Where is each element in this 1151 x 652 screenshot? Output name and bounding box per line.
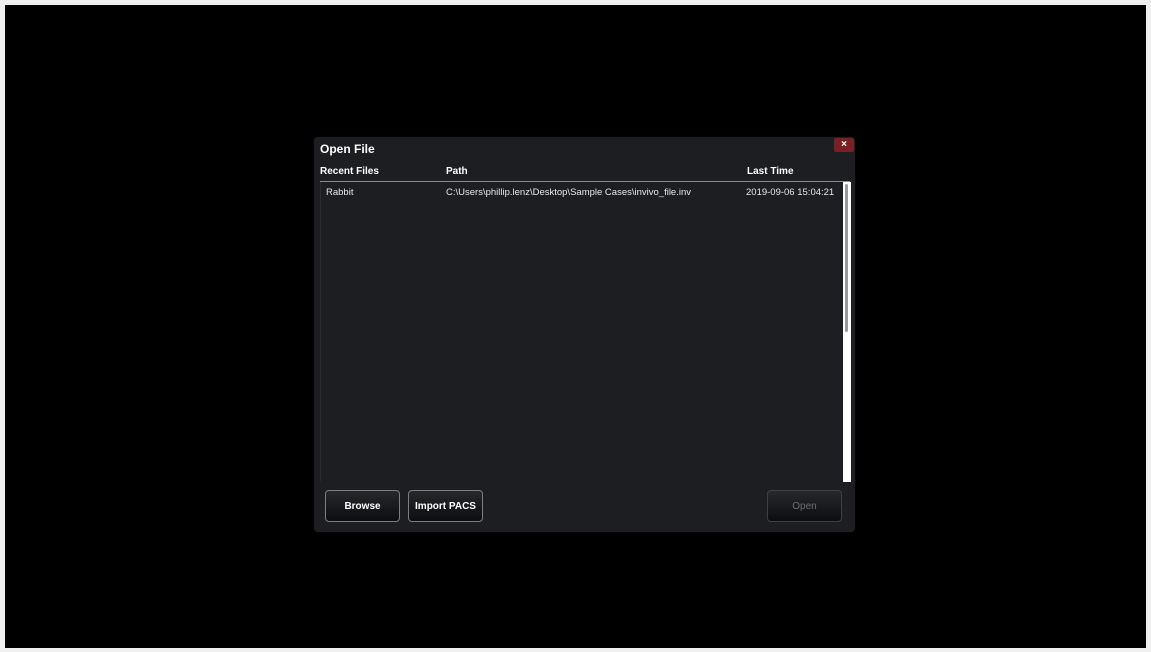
import-pacs-button[interactable]: Import PACS bbox=[408, 490, 483, 522]
open-file-dialog: Open File × Recent Files Path Last Time … bbox=[314, 137, 855, 532]
app-background: Open File × Recent Files Path Last Time … bbox=[5, 5, 1146, 648]
table-row[interactable]: Rabbit C:\Users\phillip.lenz\Desktop\Sam… bbox=[321, 182, 841, 202]
column-header-last-time[interactable]: Last Time bbox=[747, 166, 794, 177]
file-name-cell: Rabbit bbox=[326, 187, 354, 198]
table-header: Recent Files Path Last Time bbox=[320, 163, 850, 182]
dialog-title: Open File bbox=[320, 142, 375, 156]
column-header-recent-files[interactable]: Recent Files bbox=[320, 166, 379, 177]
file-path-cell: C:\Users\phillip.lenz\Desktop\Sample Cas… bbox=[446, 187, 691, 198]
open-button[interactable]: Open bbox=[767, 490, 842, 522]
last-time-cell: 2019-09-06 15:04:21 bbox=[746, 187, 835, 198]
vertical-scrollbar[interactable] bbox=[843, 182, 851, 482]
table-body: Rabbit C:\Users\phillip.lenz\Desktop\Sam… bbox=[320, 182, 851, 482]
scrollbar-thumb[interactable] bbox=[845, 184, 848, 332]
column-header-path[interactable]: Path bbox=[446, 166, 468, 177]
close-button[interactable]: × bbox=[834, 138, 854, 152]
browse-button[interactable]: Browse bbox=[325, 490, 400, 522]
close-icon: × bbox=[841, 139, 847, 150]
recent-files-table: Recent Files Path Last Time Rabbit C:\Us… bbox=[320, 163, 851, 483]
